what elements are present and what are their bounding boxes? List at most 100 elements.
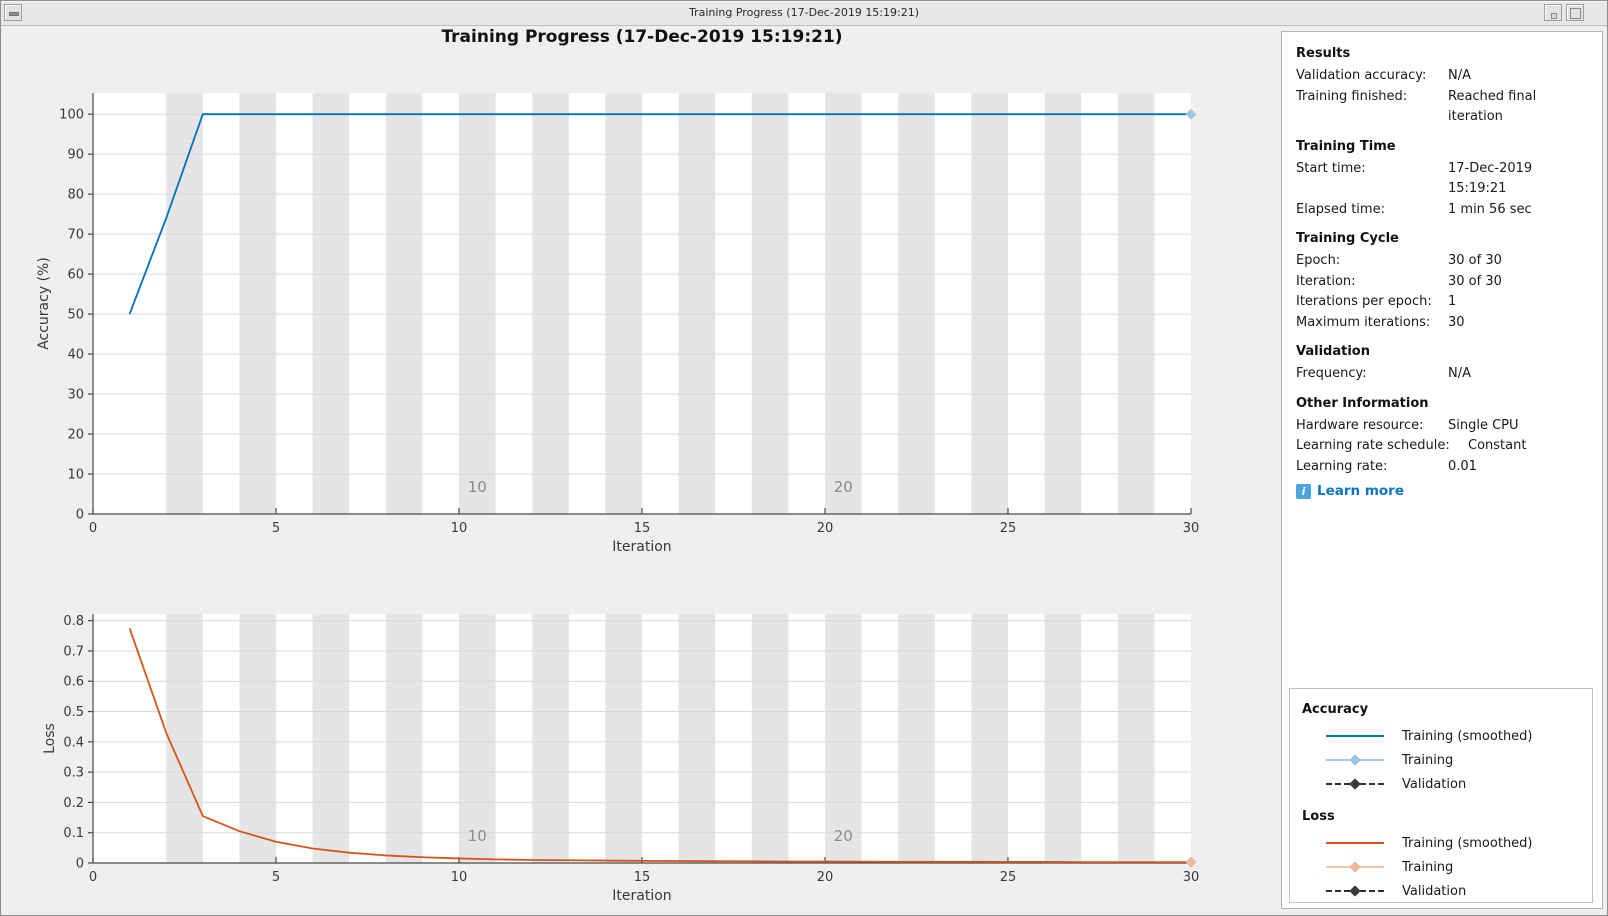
svg-text:70: 70 bbox=[67, 228, 84, 243]
info-row-hardware-resource: Hardware resource: Single CPU bbox=[1296, 416, 1592, 437]
maximize-button[interactable] bbox=[1566, 4, 1584, 21]
svg-text:25: 25 bbox=[1000, 521, 1017, 536]
svg-text:50: 50 bbox=[67, 308, 84, 323]
svg-text:5: 5 bbox=[272, 521, 280, 536]
legend-item-accuracy-training-smoothed: Training (smoothed) bbox=[1302, 724, 1592, 748]
info-icon: i bbox=[1296, 483, 1311, 499]
row-label: Training finished: bbox=[1296, 88, 1408, 104]
legend-label: Training (smoothed) bbox=[1402, 728, 1533, 744]
row-label: Learning rate: bbox=[1296, 458, 1388, 474]
svg-text:0: 0 bbox=[89, 521, 97, 536]
svg-text:0: 0 bbox=[76, 508, 84, 523]
loss-validation-line-sample bbox=[1326, 885, 1392, 897]
row-label: Hardware resource: bbox=[1296, 417, 1424, 433]
legend-label: Validation bbox=[1402, 883, 1467, 899]
maximize-icon bbox=[1570, 8, 1581, 19]
legend-heading-accuracy: Accuracy bbox=[1302, 702, 1369, 717]
accuracy-validation-line-sample bbox=[1326, 778, 1392, 790]
section-heading-validation: Validation bbox=[1296, 344, 1370, 359]
legend-heading-loss: Loss bbox=[1302, 809, 1335, 824]
row-label: Epoch: bbox=[1296, 253, 1341, 268]
svg-text:Loss: Loss bbox=[42, 723, 58, 754]
svg-text:0.7: 0.7 bbox=[63, 644, 84, 659]
legend-label: Training (smoothed) bbox=[1402, 835, 1533, 851]
row-label: Frequency: bbox=[1296, 366, 1367, 381]
row-label: Iteration: bbox=[1296, 273, 1356, 289]
svg-text:60: 60 bbox=[67, 268, 84, 283]
info-row-learning-rate-schedule: Learning rate schedule: Constant bbox=[1296, 436, 1592, 457]
row-label: Start time: bbox=[1296, 160, 1366, 176]
legend-item-loss-validation: Validation bbox=[1302, 879, 1592, 903]
chart-legend: Accuracy Training (smoothed) Training Va… bbox=[1289, 688, 1593, 903]
row-value: 0.01 bbox=[1448, 458, 1477, 474]
info-row-validation-accuracy: Validation accuracy: N/A bbox=[1296, 66, 1592, 87]
info-row-frequency: Frequency: N/A bbox=[1296, 364, 1592, 385]
row-value: 1 min 56 sec bbox=[1448, 201, 1532, 217]
learn-more-label: Learn more bbox=[1317, 483, 1404, 499]
svg-text:0.2: 0.2 bbox=[63, 796, 84, 811]
svg-text:25: 25 bbox=[1000, 870, 1017, 885]
svg-text:90: 90 bbox=[67, 148, 84, 163]
info-row-elapsed-time: Elapsed time: 1 min 56 sec bbox=[1296, 200, 1592, 221]
row-value: Single CPU bbox=[1448, 417, 1519, 433]
row-label: Maximum iterations: bbox=[1296, 314, 1431, 330]
svg-text:0.8: 0.8 bbox=[63, 614, 84, 629]
svg-text:0.3: 0.3 bbox=[63, 766, 84, 781]
svg-text:20: 20 bbox=[817, 870, 834, 885]
minimize-icon bbox=[1551, 13, 1557, 19]
svg-text:80: 80 bbox=[67, 188, 84, 203]
section-heading-results: Results bbox=[1296, 46, 1351, 61]
info-row-maximum-iterations: Maximum iterations: 30 bbox=[1296, 313, 1592, 334]
legend-item-accuracy-training: Training bbox=[1302, 748, 1592, 772]
row-label: Validation accuracy: bbox=[1296, 68, 1427, 83]
info-row-epoch: Epoch: 30 of 30 bbox=[1296, 251, 1592, 272]
info-row-training-finished: Training finished: Reached final iterati… bbox=[1296, 87, 1592, 128]
row-value: 30 of 30 bbox=[1448, 253, 1502, 268]
row-value: N/A bbox=[1448, 366, 1471, 381]
minimize-button[interactable] bbox=[1544, 4, 1562, 21]
svg-text:15: 15 bbox=[634, 870, 651, 885]
page-title: Training Progress (17-Dec-2019 15:19:21) bbox=[441, 27, 843, 47]
svg-text:10: 10 bbox=[451, 521, 468, 536]
window-title: Training Progress (17-Dec-2019 15:19:21) bbox=[688, 6, 920, 19]
accuracy-training-line-sample bbox=[1326, 754, 1392, 766]
svg-text:10: 10 bbox=[451, 870, 468, 885]
info-row-learning-rate: Learning rate: 0.01 bbox=[1296, 457, 1592, 478]
training-progress-window: Training Progress (17-Dec-2019 15:19:21)… bbox=[0, 0, 1608, 916]
svg-text:10: 10 bbox=[67, 468, 84, 483]
legend-item-accuracy-validation: Validation bbox=[1302, 772, 1592, 796]
svg-text:0.6: 0.6 bbox=[63, 675, 84, 690]
row-value: Reached final iteration bbox=[1448, 88, 1537, 125]
window-title-bar[interactable]: Training Progress (17-Dec-2019 15:19:21) bbox=[1, 1, 1607, 26]
learn-more-link[interactable]: i Learn more bbox=[1296, 483, 1404, 499]
svg-text:30: 30 bbox=[1183, 870, 1200, 885]
svg-text:20: 20 bbox=[834, 827, 853, 845]
svg-text:5: 5 bbox=[272, 870, 280, 885]
row-value: 30 bbox=[1448, 314, 1465, 330]
info-row-iteration: Iteration: 30 of 30 bbox=[1296, 272, 1592, 293]
section-heading-training-time: Training Time bbox=[1296, 138, 1396, 154]
svg-text:Accuracy (%): Accuracy (%) bbox=[36, 257, 52, 350]
row-value: 1 bbox=[1448, 294, 1457, 309]
row-label: Iterations per epoch: bbox=[1296, 294, 1432, 309]
svg-text:40: 40 bbox=[67, 348, 84, 363]
svg-text:0.1: 0.1 bbox=[63, 826, 84, 841]
section-heading-other-information: Other Information bbox=[1296, 395, 1429, 411]
svg-text:Iteration: Iteration bbox=[612, 888, 671, 904]
row-label: Learning rate schedule: bbox=[1296, 438, 1450, 453]
svg-text:Iteration: Iteration bbox=[612, 539, 671, 555]
legend-label: Training bbox=[1402, 752, 1454, 768]
svg-text:10: 10 bbox=[468, 827, 487, 845]
row-label: Elapsed time: bbox=[1296, 201, 1385, 217]
row-value: Constant bbox=[1468, 438, 1527, 453]
svg-text:0: 0 bbox=[76, 857, 84, 872]
svg-text:0: 0 bbox=[89, 870, 97, 885]
svg-text:0.4: 0.4 bbox=[63, 735, 84, 750]
svg-text:20: 20 bbox=[67, 428, 84, 443]
info-panel-content: Results Validation accuracy: N/A Trainin… bbox=[1282, 32, 1602, 477]
loss-smoothed-line-sample bbox=[1326, 842, 1392, 844]
svg-text:30: 30 bbox=[1183, 521, 1200, 536]
row-value: 17-Dec-2019 15:19:21 bbox=[1448, 160, 1533, 197]
svg-text:100: 100 bbox=[59, 108, 84, 123]
legend-label: Training bbox=[1402, 859, 1454, 875]
